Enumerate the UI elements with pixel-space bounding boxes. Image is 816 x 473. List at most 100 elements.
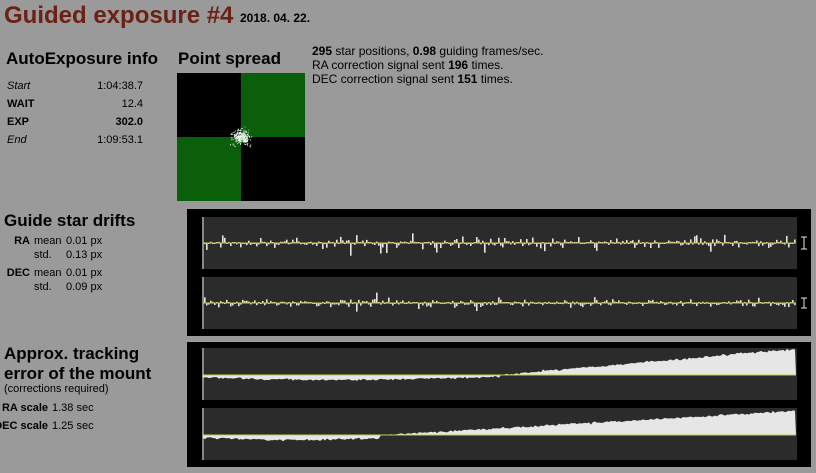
autoexposure-table: Start 1:04:38.7 WAIT 12.4 EXP 302.0 End … [7, 77, 143, 149]
tracking-plot-panel [187, 342, 811, 467]
star-point [243, 141, 244, 143]
star-point [240, 137, 242, 139]
tracking-heading-line2: error of the mount [4, 364, 152, 383]
drift-bar [710, 303, 712, 307]
star-point [247, 138, 249, 140]
drift-bar [356, 235, 358, 243]
ra-correction-count: 196 [448, 58, 469, 72]
summary-text: times. [477, 72, 513, 86]
star-point [235, 141, 237, 143]
star-point [244, 133, 246, 135]
drift-bar [498, 297, 500, 303]
star-point [248, 135, 250, 137]
drift-bar [436, 243, 438, 253]
drift-bar [738, 243, 740, 248]
dec-error-bar-icon [801, 297, 807, 309]
drift-bar [794, 239, 796, 243]
star-point [247, 140, 249, 141]
drift-bar [770, 243, 772, 247]
star-point [235, 130, 236, 132]
star-point [244, 138, 246, 140]
star-point [248, 129, 250, 131]
drift-bar [504, 238, 506, 243]
star-point [238, 139, 239, 141]
star-point [240, 130, 242, 132]
drift-bar [350, 243, 352, 256]
drift-bar [562, 243, 564, 248]
guiding-summary: 295 star positions, 0.98 guiding frames/… [312, 44, 543, 86]
row-label: WAIT [7, 98, 35, 110]
drift-bar [434, 243, 436, 248]
star-point [233, 144, 235, 146]
summary-text: guiding frames/sec. [436, 44, 544, 58]
summary-text: RA correction signal sent [312, 58, 449, 72]
ps-quadrant-tr [241, 73, 305, 137]
star-point [231, 137, 233, 139]
star-point [244, 126, 246, 128]
drift-bar [788, 243, 790, 248]
drift-bar [480, 303, 482, 308]
drift-bar [440, 243, 442, 248]
row-label: EXP [7, 116, 30, 128]
star-point [243, 132, 245, 134]
star-point [242, 138, 243, 139]
star-point [233, 139, 235, 141]
star-point [238, 136, 240, 137]
star-point [240, 134, 241, 136]
ra-scale-value: 1.38 sec [52, 402, 94, 414]
star-point [247, 143, 249, 145]
star-point [235, 135, 237, 137]
star-point [243, 137, 245, 139]
summary-text: star positions, [332, 44, 413, 58]
dec-axis-label: DEC [6, 267, 30, 279]
star-point [240, 142, 242, 144]
drift-bar [350, 299, 352, 303]
tracking-heading: Approx. tracking error of the mount [4, 344, 151, 384]
row-label: Start [7, 80, 31, 92]
drift-bar [240, 243, 242, 248]
ra-scale: RA scale 1.38 sec [0, 402, 94, 414]
star-point [236, 130, 238, 132]
drift-bar [768, 243, 770, 248]
drift-plot-panel [187, 209, 811, 336]
drift-bar [582, 303, 584, 308]
drift-bar [694, 236, 696, 243]
autoexposure-heading: AutoExposure info [6, 49, 159, 68]
star-point [247, 133, 249, 135]
ps-quadrant-tl [177, 73, 241, 137]
star-point [244, 141, 246, 142]
drift-bar [484, 243, 486, 253]
drift-bar [502, 243, 504, 248]
star-point [237, 132, 239, 134]
drift-bar [758, 297, 760, 303]
autoexposure-row-exp: EXP 302.0 [7, 113, 143, 131]
drift-bar [536, 243, 538, 247]
star-point [246, 138, 248, 139]
ra-error-bar-icon [801, 236, 807, 250]
star-point [232, 134, 234, 136]
drift-bar [290, 303, 292, 307]
drift-bar [594, 297, 596, 303]
row-value: 302.0 [115, 116, 143, 128]
drift-bar [396, 243, 398, 248]
drifts-heading: Guide star drifts [4, 211, 136, 230]
drift-bar [570, 303, 572, 308]
star-point [239, 138, 240, 140]
star-point [230, 144, 231, 146]
drift-bar [340, 236, 342, 243]
star-point [241, 128, 243, 129]
drift-bar [356, 303, 358, 312]
dec-mean-value: 0.01 px [66, 267, 103, 279]
star-point [238, 130, 240, 131]
drift-bar [222, 235, 224, 243]
dec-std-value: 0.09 px [66, 281, 103, 293]
star-point [243, 134, 244, 136]
star-point [241, 141, 243, 143]
drift-bar [712, 239, 714, 243]
drift-bar [690, 239, 692, 243]
star-point [248, 136, 250, 138]
star-point [238, 132, 240, 134]
summary-text: times. [468, 58, 504, 72]
star-point [237, 143, 238, 145]
star-point [240, 127, 242, 129]
